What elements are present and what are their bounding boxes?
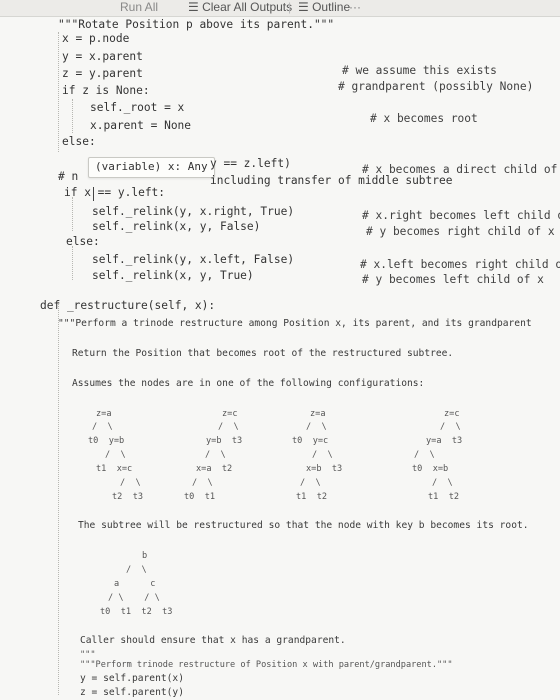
docstring-line: Caller should ensure that x has a grandp… [80,635,346,646]
diagram-line: / \ [205,450,226,460]
indent-guide [58,32,59,152]
diagram-line: a c [114,579,156,589]
diagram-line: t0 x=b [412,464,449,474]
diagram-line: / \ [432,478,453,488]
diagram-line: z=a [310,409,326,419]
docstring: """Perform trinode restructure of Positi… [80,660,453,670]
docstring-line: Assumes the nodes are in one of the foll… [72,378,425,389]
code-line: # n [58,170,79,183]
code-line: self._relink(y, x.right, True) [92,205,295,218]
diagram-line: y=b t3 [206,436,243,446]
code-line: else: [62,135,96,148]
code-line: x.parent = None [90,119,192,132]
diagram-line: / \ [126,565,147,575]
diagram-line: t1 t2 [296,492,328,502]
docstring: """Rotate Position p above its parent.""… [58,18,335,31]
diagram-line: / \ [300,478,321,488]
docstring-line: The subtree will be restructured so that… [78,520,529,531]
indent-guide [72,246,73,280]
code-comment: # x becomes a direct child of z [362,163,560,176]
indent-guide [72,99,73,133]
diagram-line: z=a [96,409,112,419]
code-line: y = x.parent [62,50,143,63]
code-comment: # x.right becomes left child of y [362,209,560,222]
docstring: """Perform a trinode restructure among P… [58,318,532,329]
code-comment: # x.left becomes right child of y [360,258,560,271]
diagram-line: t1 t2 [428,492,460,502]
docstring-line: Return the Position that becomes root of… [72,348,454,359]
code-line: y == z.left) [210,157,291,170]
code-line: x = p.node [62,32,130,45]
code-comment: # y becomes left child of x [362,273,544,286]
code-line: y = self.parent(x) [80,673,184,684]
code-editor[interactable]: """Rotate Position p above its parent.""… [0,0,560,700]
code-line: else: [66,235,100,248]
diagram-line: z=c [222,409,238,419]
code-comment: # we assume this exists [342,64,497,77]
diagram-line: t2 t3 [112,492,144,502]
diagram-line: x=b t3 [306,464,343,474]
diagram-line: / \ [92,422,113,432]
diagram-line: / \ [218,422,239,432]
code-line: if z is None: [62,84,150,97]
diagram-line: t0 y=b [88,436,125,446]
code-line: self._relink(x, y, False) [92,220,261,233]
code-comment: # y becomes right child of x [366,225,555,238]
code-line: self._relink(x, y, True) [92,269,254,282]
diagram-line: b [142,551,148,561]
code-comment: # x becomes root [370,112,478,125]
diagram-line: / \ / \ [108,593,160,603]
code-line: z = y.parent [62,67,143,80]
diagram-line: x=a t2 [196,464,233,474]
diagram-line: / \ [414,450,435,460]
diagram-line: / \ [105,450,126,460]
code-line: self._root = x [90,101,185,114]
diagram-line: t0 t1 t2 t3 [100,607,173,617]
code-line: if x == y.left: [64,186,166,199]
diagram-line: / \ [306,422,327,432]
diagram-line: / \ [312,450,333,460]
variable-hover-tooltip: (variable) x: Any [88,157,215,178]
text-cursor [93,187,94,201]
diagram-line: / \ [120,478,141,488]
diagram-line: / \ [192,478,213,488]
code-line: self._relink(y, x.left, False) [92,253,295,266]
indent-guide [72,197,73,231]
diagram-line: y=a t3 [426,436,463,446]
code-line: def _restructure(self, x): [40,299,216,312]
indent-guide [58,300,59,695]
code-comment: # grandparent (possibly None) [338,80,534,93]
diagram-line: / \ [440,422,461,432]
code-line: z = self.parent(y) [80,687,184,698]
diagram-line: t1 x=c [96,464,133,474]
diagram-line: z=c [444,409,460,419]
diagram-line: t0 t1 [184,492,216,502]
diagram-line: t0 y=c [292,436,329,446]
